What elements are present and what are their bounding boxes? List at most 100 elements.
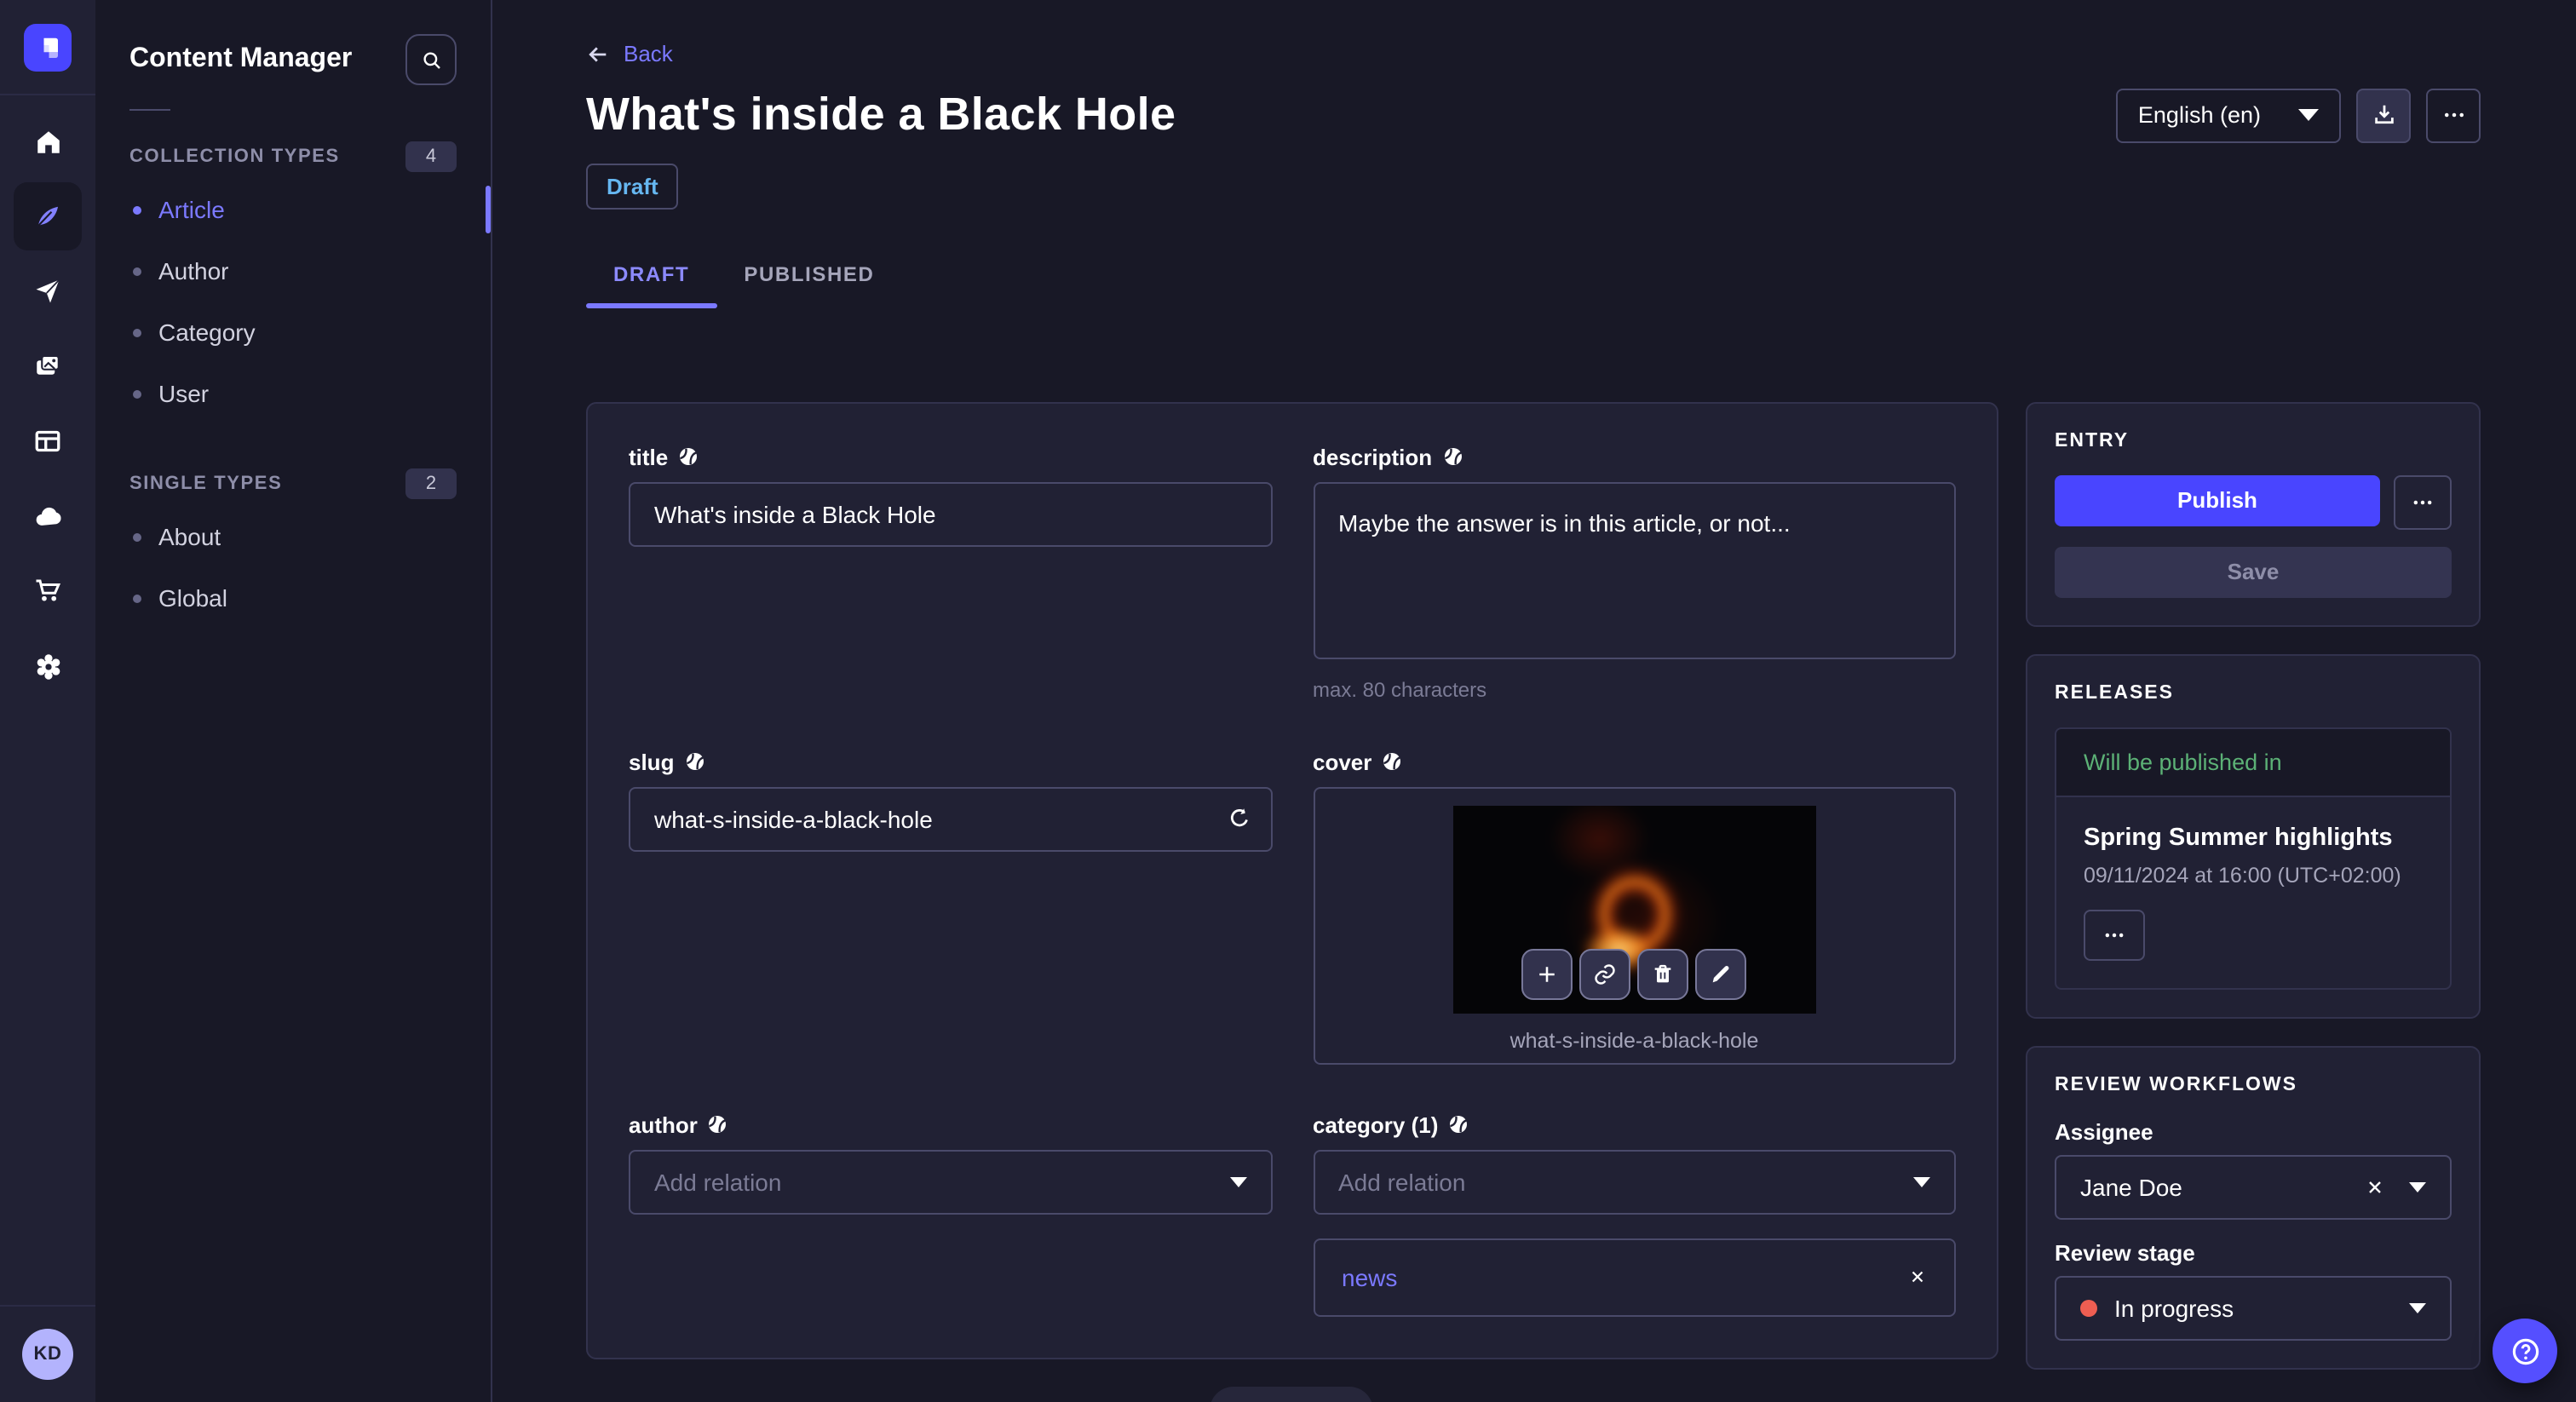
review-stage-select[interactable]: In progress	[2055, 1275, 2452, 1340]
title-input[interactable]	[629, 481, 1272, 546]
slug-input[interactable]	[629, 786, 1272, 851]
review-panel-title: REVIEW WORKFLOWS	[2055, 1074, 2297, 1095]
author-placeholder: Add relation	[654, 1168, 782, 1195]
sidebar-item-label: Article	[158, 196, 225, 223]
rail-item-releases[interactable]	[14, 257, 82, 325]
strapi-logo[interactable]	[24, 24, 72, 72]
export-button[interactable]	[2356, 88, 2411, 142]
search-button[interactable]	[405, 34, 457, 85]
cover-edit-button[interactable]	[1695, 948, 1747, 999]
sidebar-item-article[interactable]: Article	[95, 179, 491, 240]
active-tab-underline	[586, 302, 717, 307]
rail-footer-divider	[0, 1305, 95, 1307]
chevron-down-icon	[1913, 1176, 1930, 1187]
category-tag-link[interactable]: news	[1342, 1263, 1397, 1290]
description-textarea[interactable]: Maybe the answer is in this article, or …	[1313, 481, 1956, 658]
category-selected-item: news	[1313, 1238, 1956, 1316]
sidebar-divider	[129, 109, 170, 111]
assignee-label: Assignee	[2055, 1118, 2153, 1144]
globe-icon	[680, 448, 698, 465]
description-hint: max. 80 characters	[1313, 677, 1487, 701]
author-relation-select[interactable]: Add relation	[629, 1149, 1272, 1214]
field-slug: slug	[629, 749, 1272, 1064]
field-title-label: title	[629, 444, 669, 469]
back-label: Back	[624, 41, 673, 66]
cover-image-black-hole[interactable]	[1452, 805, 1816, 1013]
stage-status-dot	[2080, 1299, 2097, 1316]
sidebar-item-label: About	[158, 523, 221, 550]
locale-select[interactable]: English (en)	[2115, 88, 2341, 142]
sidebar-item-category[interactable]: Category	[95, 302, 491, 363]
rail-divider	[0, 94, 95, 95]
globe-icon	[1450, 1116, 1468, 1133]
chevron-down-icon	[2409, 1302, 2426, 1313]
trash-icon	[1655, 963, 1671, 982]
collapsed-component-pill[interactable]	[1210, 1387, 1373, 1402]
sidebar-item-global[interactable]: Global	[95, 567, 491, 629]
rail-item-deploy[interactable]	[14, 482, 82, 550]
sidebar-item-user[interactable]: User	[95, 363, 491, 424]
main-content: Back What's inside a Black Hole English …	[491, 0, 2576, 1402]
release-status: Will be published in	[2056, 728, 2450, 796]
sidebar-item-label: User	[158, 380, 210, 407]
rail-item-content-manager[interactable]	[14, 182, 82, 250]
paper-plane-icon	[36, 279, 60, 303]
save-button[interactable]: Save	[2055, 546, 2452, 597]
publish-button[interactable]: Publish	[2055, 474, 2380, 526]
help-button[interactable]	[2493, 1319, 2557, 1383]
content-manager-sidebar: Content Manager COLLECTION TYPES 4 Artic…	[95, 0, 492, 1402]
assignee-select[interactable]: Jane Doe	[2055, 1154, 2452, 1219]
tab-draft[interactable]: DRAFT	[586, 239, 717, 307]
sidebar-item-about[interactable]: About	[95, 506, 491, 567]
home-icon	[37, 130, 59, 152]
release-more-button[interactable]	[2084, 909, 2145, 960]
release-date: 09/11/2024 at 16:00 (UTC+02:00)	[2084, 863, 2401, 887]
feather-icon	[37, 206, 58, 227]
clear-icon[interactable]	[2365, 1176, 2385, 1197]
cover-caption: what-s-inside-a-black-hole	[1509, 1028, 1759, 1052]
rail-item-content-type-builder[interactable]	[14, 407, 82, 475]
tab-published[interactable]: PUBLISHED	[716, 239, 901, 307]
tab-label: DRAFT	[613, 261, 690, 285]
category-relation-select[interactable]: Add relation	[1313, 1149, 1956, 1214]
tab-label: PUBLISHED	[744, 261, 875, 285]
user-avatar[interactable]: KD	[22, 1329, 73, 1380]
sidebar-item-label: Author	[158, 257, 229, 284]
cover-add-button[interactable]	[1521, 948, 1573, 999]
stage-value: In progress	[2114, 1294, 2234, 1321]
rail-item-purchases[interactable]	[14, 557, 82, 625]
section-label-collection-types: COLLECTION TYPES	[129, 147, 340, 167]
section-label-single-types: SINGLE TYPES	[129, 474, 283, 494]
bullet-dot	[133, 389, 141, 398]
rail-item-settings[interactable]	[14, 632, 82, 700]
back-link[interactable]: Back	[586, 41, 673, 66]
cover-copy-link-button[interactable]	[1579, 948, 1631, 999]
cloud-icon	[35, 506, 60, 525]
cover-delete-button[interactable]	[1637, 948, 1689, 999]
globe-icon	[686, 753, 704, 770]
rail-item-media-library[interactable]	[14, 332, 82, 400]
sidebar-item-author[interactable]: Author	[95, 240, 491, 302]
entry-more-button[interactable]	[2394, 474, 2452, 529]
cover-field-box: what-s-inside-a-black-hole	[1313, 786, 1956, 1064]
regenerate-slug-button[interactable]	[1226, 805, 1251, 830]
field-category: category (1) Add relation news	[1313, 1112, 1956, 1316]
version-tabs: DRAFT PUBLISHED	[586, 239, 2481, 307]
field-author: author Add relation	[629, 1112, 1272, 1316]
back-arrow-icon	[589, 46, 607, 61]
question-circle-icon	[2511, 1337, 2539, 1365]
field-cover: cover what-s-inside-a-black-hole	[1313, 749, 1956, 1064]
status-badge: Draft	[586, 163, 679, 209]
images-icon	[37, 354, 60, 375]
locale-value: English (en)	[2137, 102, 2261, 128]
rail-item-home[interactable]	[14, 107, 82, 175]
entry-panel: ENTRY Publish Save	[2026, 401, 2481, 626]
globe-icon	[1383, 753, 1401, 770]
field-description: description Maybe the answer is in this …	[1313, 444, 1956, 701]
assignee-value: Jane Doe	[2080, 1173, 2182, 1200]
header-more-button[interactable]	[2426, 88, 2481, 142]
release-card: Will be published in Spring Summer highl…	[2055, 727, 2452, 989]
chevron-down-icon	[2409, 1181, 2426, 1192]
close-icon[interactable]	[1908, 1267, 1927, 1286]
field-slug-label: slug	[629, 749, 675, 774]
